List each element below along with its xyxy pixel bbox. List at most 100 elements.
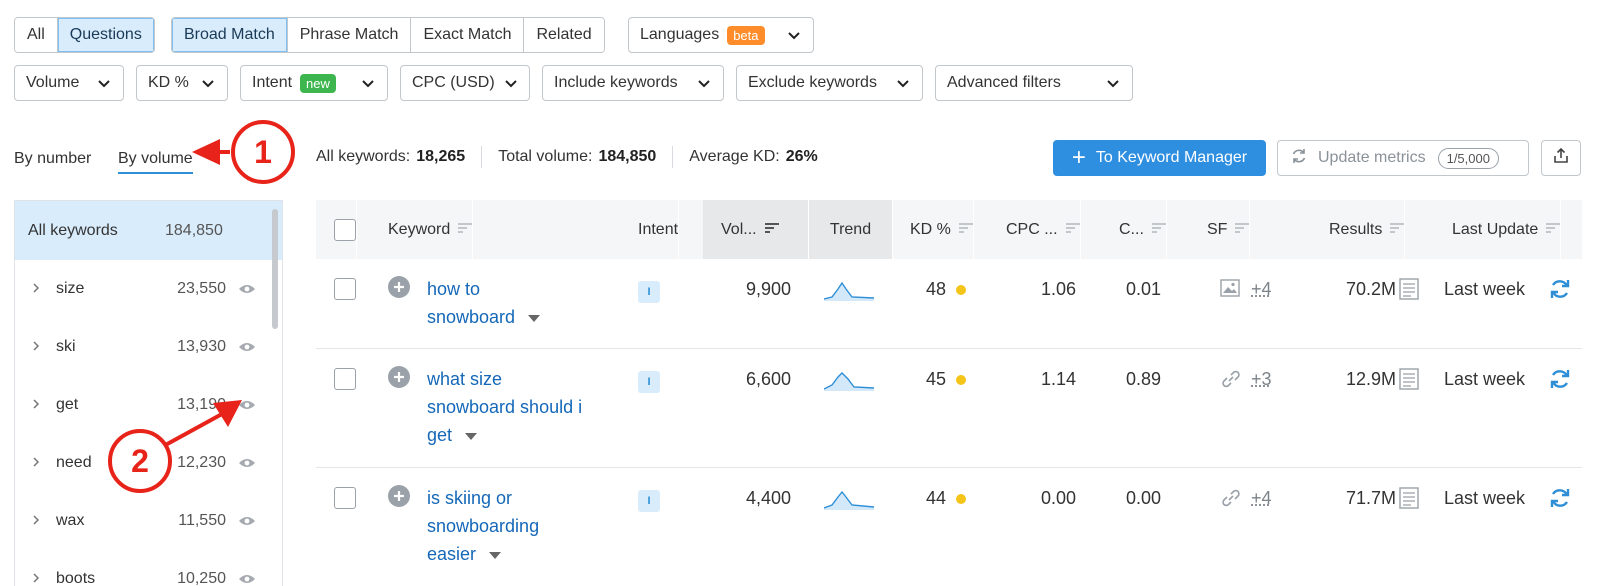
sidebar-group-get[interactable]: get 13,190	[15, 376, 282, 434]
exclude-keywords-filter[interactable]: Exclude keywords	[736, 65, 923, 101]
tab-questions[interactable]: Questions	[57, 18, 154, 52]
tab-all[interactable]: All	[15, 18, 58, 52]
chevron-right-icon[interactable]	[31, 455, 41, 474]
refresh-icon[interactable]	[1548, 487, 1572, 514]
update-metrics-button[interactable]: Update metrics 1/5,000	[1277, 140, 1529, 176]
kd-filter[interactable]: KD %	[136, 65, 228, 101]
sidebar-group-boots[interactable]: boots 10,250	[15, 550, 282, 586]
eye-icon[interactable]	[238, 456, 256, 474]
serp-page-icon[interactable]	[1399, 278, 1419, 305]
chevron-down-icon	[1105, 75, 1121, 91]
tab-exact-match[interactable]: Exact Match	[411, 18, 525, 52]
serp-features-more[interactable]: +4	[1251, 279, 1272, 300]
keyword-line: snowboard	[427, 307, 516, 327]
competition-value: 0.89	[1125, 369, 1161, 389]
tab-related[interactable]: Related	[524, 18, 604, 52]
refresh-icon	[1290, 147, 1308, 170]
intent-filter[interactable]: Intent new	[240, 65, 388, 101]
add-keyword-icon[interactable]	[388, 276, 410, 303]
serp-page-icon[interactable]	[1399, 368, 1419, 395]
sidebar-group-need[interactable]: need 12,230	[15, 434, 282, 492]
new-badge: new	[300, 73, 336, 93]
header-competition[interactable]: C...	[1119, 200, 1167, 259]
sidebar-group-size[interactable]: size 23,550	[15, 260, 282, 318]
keyword-link[interactable]: what size snowboard should i get	[427, 365, 627, 449]
advanced-filters[interactable]: Advanced filters	[935, 65, 1133, 101]
group-count: 12,230	[177, 454, 226, 471]
last-update-value: Last week	[1444, 279, 1526, 299]
tab-by-number[interactable]: By number	[14, 150, 91, 168]
intent-badge: I	[638, 371, 660, 393]
header-intent-label: Intent	[638, 220, 679, 238]
keyword-link[interactable]: is skiing or snowboarding easier	[427, 484, 627, 568]
chevron-down-icon	[786, 27, 802, 43]
group-keyword: boots	[56, 570, 96, 586]
keyword-groups-sidebar: All keywords 184,850 size 23,550 ski 13,…	[14, 200, 283, 586]
keyword-line: how to	[427, 279, 481, 299]
kd-number: 44	[925, 488, 946, 508]
average-kd-label: Average KD:	[689, 148, 780, 165]
keyword-line: is skiing or	[427, 488, 513, 508]
exclude-keywords-label: Exclude keywords	[748, 74, 877, 91]
chevron-right-icon[interactable]	[31, 281, 41, 300]
refresh-icon[interactable]	[1548, 278, 1572, 305]
table-header: Keyword Intent Vol... Trend KD % CPC ...…	[316, 200, 1582, 259]
export-button[interactable]	[1541, 140, 1581, 176]
tab-broad-match[interactable]: Broad Match	[172, 18, 288, 52]
eye-icon[interactable]	[238, 514, 256, 532]
sort-icon	[1065, 221, 1080, 239]
to-keyword-manager-button[interactable]: + To Keyword Manager	[1053, 140, 1266, 176]
serp-features-more[interactable]: +3	[1251, 369, 1272, 390]
keyword-line: snowboarding	[427, 516, 540, 536]
group-keyword: get	[56, 396, 79, 413]
sidebar-scrollbar[interactable]	[272, 209, 278, 329]
header-results[interactable]: Results	[1329, 200, 1406, 259]
add-keyword-icon[interactable]	[388, 366, 410, 393]
chevron-right-icon[interactable]	[31, 397, 41, 416]
refresh-icon[interactable]	[1548, 368, 1572, 395]
header-volume[interactable]: Vol...	[703, 200, 809, 259]
row-checkbox[interactable]	[334, 368, 356, 390]
volume-filter[interactable]: Volume	[14, 65, 124, 101]
kd-number: 45	[925, 369, 946, 389]
keywords-table: Keyword Intent Vol... Trend KD % CPC ...…	[316, 200, 1582, 586]
intent-badge: I	[638, 490, 660, 512]
row-checkbox[interactable]	[334, 278, 356, 300]
serp-page-icon[interactable]	[1399, 487, 1419, 514]
keyword-link[interactable]: how to snowboard	[427, 275, 617, 331]
sidebar-item-all-keywords[interactable]: All keywords 184,850	[15, 201, 282, 260]
chevron-down-icon	[503, 75, 519, 91]
tab-phrase-match[interactable]: Phrase Match	[287, 18, 412, 52]
sidebar-group-wax[interactable]: wax 11,550	[15, 492, 282, 550]
cpc-filter[interactable]: CPC (USD)	[400, 65, 530, 101]
header-sf[interactable]: SF	[1207, 200, 1251, 259]
tab-by-volume[interactable]: By volume	[118, 150, 193, 174]
total-volume-value: 184,850	[598, 148, 657, 165]
caret-down-icon[interactable]	[528, 307, 541, 327]
table-row: how to snowboard I 9,900 48 1.06 0.01 +4…	[316, 259, 1582, 349]
chevron-right-icon[interactable]	[31, 513, 41, 532]
add-keyword-icon[interactable]	[388, 485, 410, 512]
eye-icon[interactable]	[238, 398, 256, 416]
serp-features-more[interactable]: +4	[1251, 488, 1272, 509]
chevron-right-icon[interactable]	[31, 339, 41, 358]
caret-down-icon[interactable]	[465, 425, 478, 445]
chevron-right-icon[interactable]	[31, 571, 41, 586]
header-last-update[interactable]: Last Update	[1452, 200, 1562, 259]
header-last-update-label: Last Update	[1452, 220, 1539, 238]
caret-down-icon[interactable]	[489, 544, 502, 564]
header-cpc[interactable]: CPC ...	[1006, 200, 1081, 259]
sort-icon	[1151, 221, 1166, 239]
include-keywords-filter[interactable]: Include keywords	[542, 65, 724, 101]
header-kd[interactable]: KD %	[910, 200, 974, 259]
advanced-filters-label: Advanced filters	[947, 74, 1061, 91]
eye-icon[interactable]	[238, 572, 256, 586]
header-keyword[interactable]: Keyword	[388, 200, 474, 259]
select-all-checkbox[interactable]	[334, 218, 356, 241]
sidebar-group-ski[interactable]: ski 13,930	[15, 318, 282, 376]
eye-icon[interactable]	[238, 282, 256, 300]
languages-dropdown[interactable]: Languages beta	[628, 17, 814, 53]
eye-icon[interactable]	[238, 340, 256, 358]
header-intent[interactable]: Intent	[638, 200, 680, 259]
row-checkbox[interactable]	[334, 487, 356, 509]
